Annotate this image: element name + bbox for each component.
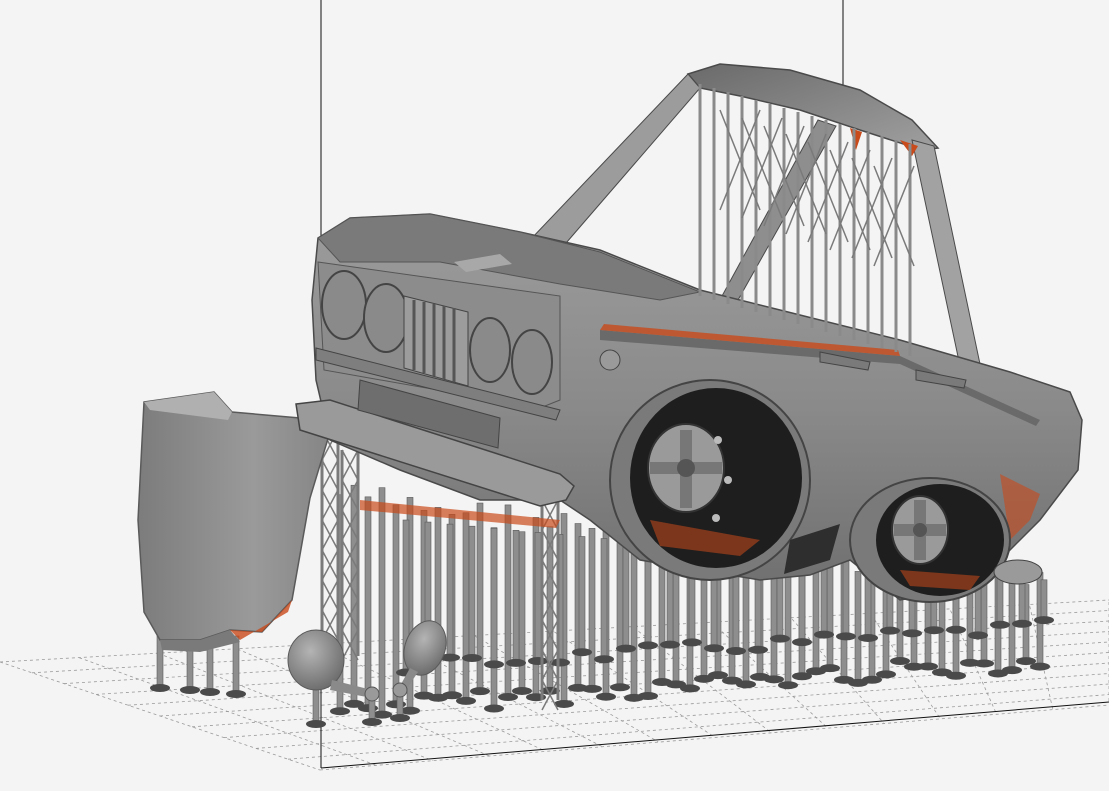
support-pillar bbox=[226, 635, 246, 698]
support-pillar bbox=[594, 538, 614, 664]
rear-wheel bbox=[849, 477, 1011, 603]
bounding-line-bottom bbox=[320, 701, 1109, 769]
support-pillar bbox=[372, 487, 392, 719]
3d-print-viewport[interactable] bbox=[0, 0, 1109, 791]
front-wheel bbox=[609, 379, 811, 581]
support-pillar bbox=[358, 496, 378, 713]
support-pillar bbox=[990, 575, 1010, 629]
car-body[interactable] bbox=[295, 63, 1083, 603]
scene-canvas[interactable] bbox=[0, 0, 1109, 791]
support-pillar bbox=[484, 527, 504, 669]
support-pillar bbox=[836, 560, 856, 641]
support-pillar bbox=[306, 687, 326, 728]
